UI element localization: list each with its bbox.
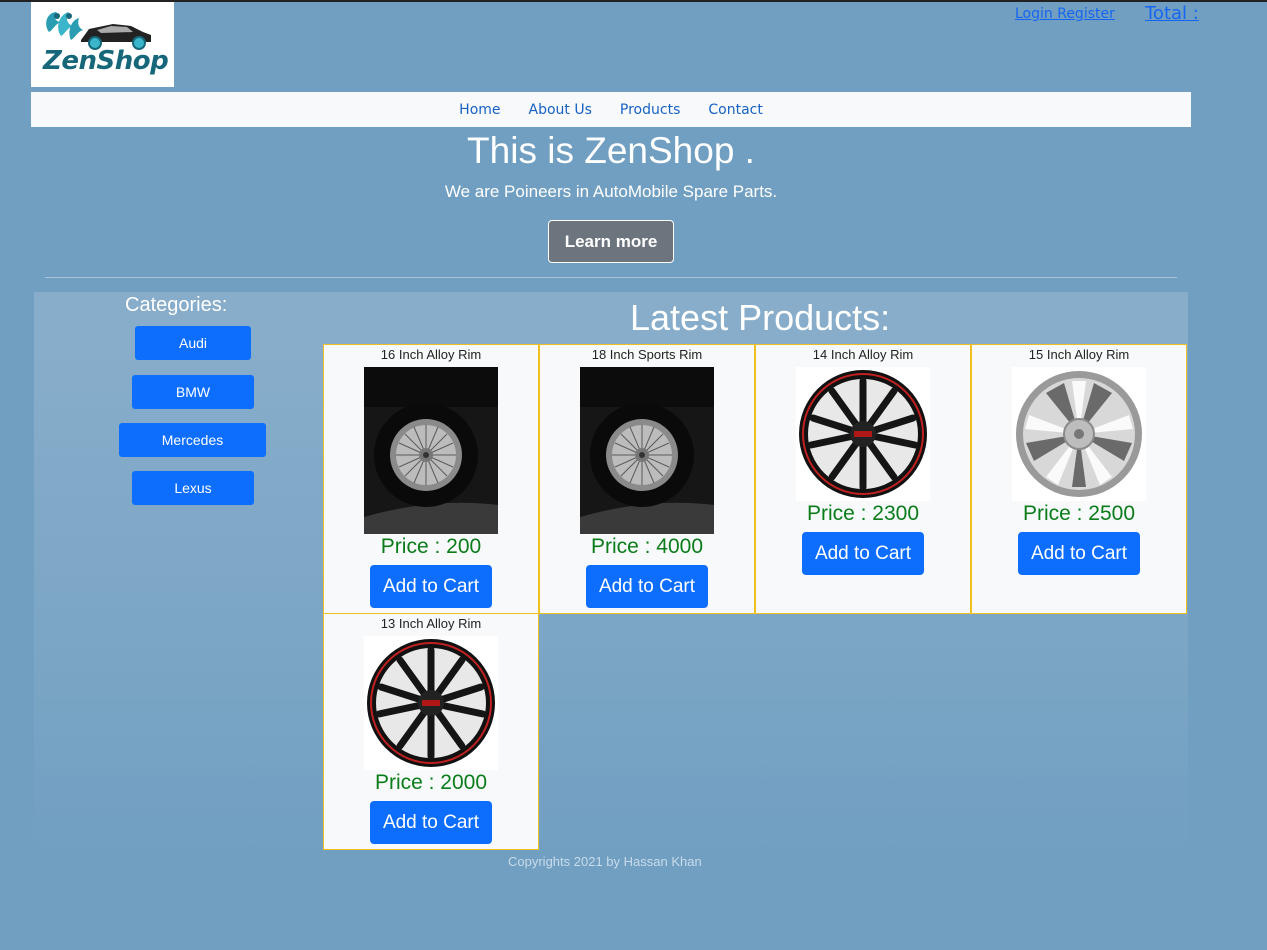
product-card: 14 Inch Alloy Rim Price : 2300 Add to Ca… bbox=[755, 344, 971, 614]
tire-photo-image bbox=[364, 367, 498, 534]
hero-subtitle: We are Poineers in AutoMobile Spare Part… bbox=[444, 182, 778, 201]
product-card: 18 Inch Sports Rim Price : 4000 Add to C… bbox=[539, 344, 755, 614]
zenshop-logo[interactable]: ZenShop bbox=[31, 2, 174, 87]
hero-divider bbox=[45, 277, 1177, 278]
add-to-cart-button[interactable]: Add to Cart bbox=[370, 801, 492, 844]
latest-products-title: Latest Products: bbox=[630, 297, 891, 338]
product-price: Price : 200 bbox=[380, 535, 482, 558]
category-bmw-button[interactable]: BMW bbox=[132, 375, 254, 409]
footer-copyright: Copyrights 2021 by Hassan Khan bbox=[508, 854, 702, 869]
black-rim-image bbox=[796, 367, 930, 501]
cart-total-link[interactable]: Total : bbox=[1145, 3, 1199, 24]
add-to-cart-button[interactable]: Add to Cart bbox=[370, 565, 492, 608]
product-card: 13 Inch Alloy Rim Price : 2000 Add to Ca… bbox=[323, 613, 539, 850]
product-price: Price : 2000 bbox=[374, 771, 488, 794]
product-card: 16 Inch Alloy Rim Price : 200 Add to Car… bbox=[323, 344, 539, 614]
login-register-link[interactable]: Login Register bbox=[1015, 6, 1115, 22]
car-wave-icon bbox=[46, 12, 151, 50]
product-price: Price : 4000 bbox=[590, 535, 704, 558]
product-name: 13 Inch Alloy Rim bbox=[380, 616, 482, 631]
nav-products[interactable]: Products bbox=[620, 102, 680, 118]
product-card: 15 Inch Alloy Rim Price : 2500 Add to Ca… bbox=[971, 344, 1187, 614]
black-rim-image bbox=[364, 636, 498, 770]
add-to-cart-button[interactable]: Add to Cart bbox=[1018, 532, 1140, 575]
categories-title: Categories: bbox=[125, 294, 228, 316]
learn-more-button[interactable]: Learn more bbox=[548, 220, 674, 263]
logo-text: ZenShop bbox=[43, 46, 169, 76]
main-navbar: Home About Us Products Contact bbox=[31, 92, 1191, 127]
silver-rim-image bbox=[1012, 367, 1146, 501]
add-to-cart-button[interactable]: Add to Cart bbox=[586, 565, 708, 608]
add-to-cart-button[interactable]: Add to Cart bbox=[802, 532, 924, 575]
product-price: Price : 2300 bbox=[806, 502, 920, 525]
product-name: 16 Inch Alloy Rim bbox=[380, 347, 482, 362]
product-name: 14 Inch Alloy Rim bbox=[812, 347, 914, 362]
nav-about-us[interactable]: About Us bbox=[529, 102, 592, 118]
product-name: 15 Inch Alloy Rim bbox=[1028, 347, 1130, 362]
tire-photo-image bbox=[580, 367, 714, 534]
nav-contact[interactable]: Contact bbox=[708, 102, 762, 118]
category-lexus-button[interactable]: Lexus bbox=[132, 471, 254, 505]
hero-title: This is ZenShop . bbox=[467, 130, 755, 171]
nav-home[interactable]: Home bbox=[459, 102, 500, 118]
category-mercedes-button[interactable]: Mercedes bbox=[119, 423, 266, 457]
category-audi-button[interactable]: Audi bbox=[135, 326, 251, 360]
product-name: 18 Inch Sports Rim bbox=[591, 347, 703, 362]
product-price: Price : 2500 bbox=[1022, 502, 1136, 525]
